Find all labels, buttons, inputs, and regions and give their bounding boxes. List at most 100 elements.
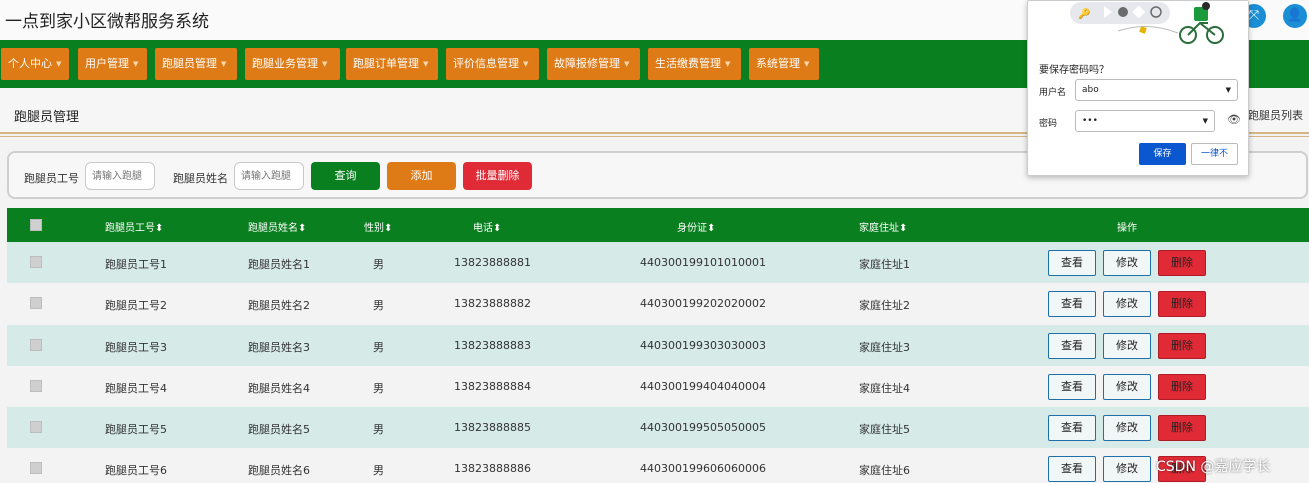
cell-phone: 13823888882: [454, 297, 531, 310]
cell-id-card: 440300199101010001: [640, 256, 766, 269]
nav-item-runner-business[interactable]: 跑腿业务管理 ▼: [245, 48, 340, 80]
dropdown-arrow-icon: ▼: [1202, 117, 1208, 125]
caret-down-icon: ▼: [133, 60, 139, 68]
table-header: 跑腿员工号⬍ 跑腿员姓名⬍ 性别⬍ 电话⬍ 身份证⬍ 家庭住址⬍ 操作: [7, 208, 1309, 242]
nav-item-reviews[interactable]: 评价信息管理 ▼: [446, 48, 539, 80]
cell-address: 家庭住址1: [859, 258, 910, 271]
cell-phone: 13823888881: [454, 256, 531, 269]
cell-id-card: 440300199505050005: [640, 421, 766, 434]
view-button[interactable]: 查看: [1048, 291, 1096, 317]
username-label: 用户名: [1039, 88, 1067, 98]
row-checkbox[interactable]: [30, 297, 42, 309]
select-all-checkbox[interactable]: [30, 219, 42, 231]
cell-runner-name: 跑腿员姓名1: [248, 258, 310, 271]
sort-icon: ⬍: [298, 223, 307, 234]
cell-phone: 13823888885: [454, 421, 531, 434]
caret-down-icon: ▼: [725, 60, 731, 68]
page-title: 跑腿员管理: [14, 110, 80, 125]
row-checkbox[interactable]: [30, 462, 42, 474]
query-button[interactable]: 查询: [311, 162, 380, 190]
password-label: 密码: [1039, 119, 1058, 129]
cell-address: 家庭住址3: [859, 341, 910, 354]
edit-button[interactable]: 修改: [1103, 456, 1151, 482]
delete-button[interactable]: 删除: [1158, 333, 1206, 359]
delete-button[interactable]: 删除: [1158, 291, 1206, 317]
row-checkbox[interactable]: [30, 380, 42, 392]
cell-phone: 13823888883: [454, 339, 531, 352]
nav-item-utility-payments[interactable]: 生活缴费管理 ▼: [648, 48, 741, 80]
cell-address: 家庭住址2: [859, 299, 910, 312]
table-row: 跑腿员工号3 跑腿员姓名3 男 13823888883 440300199303…: [7, 325, 1309, 366]
header-actions: 操作: [1117, 223, 1137, 234]
edit-button[interactable]: 修改: [1103, 374, 1151, 400]
header-runner-id[interactable]: 跑腿员工号⬍: [105, 219, 163, 234]
delete-button[interactable]: 删除: [1158, 374, 1206, 400]
cell-gender: 男: [373, 382, 384, 395]
cell-address: 家庭住址6: [859, 464, 910, 477]
nav-item-runner-management[interactable]: 跑腿员管理 ▼: [155, 48, 237, 80]
view-button[interactable]: 查看: [1048, 374, 1096, 400]
row-checkbox[interactable]: [30, 421, 42, 433]
runner-name-input[interactable]: [234, 162, 304, 190]
header-id-card[interactable]: 身份证⬍: [677, 219, 715, 234]
cell-phone: 13823888884: [454, 380, 531, 393]
breadcrumb-current: 跑腿员列表: [1248, 109, 1303, 122]
view-button[interactable]: 查看: [1048, 415, 1096, 441]
nav-item-system-management[interactable]: 系统管理 ▼: [749, 48, 819, 80]
cell-gender: 男: [373, 423, 384, 436]
cell-gender: 男: [373, 258, 384, 271]
runner-name-label: 跑腿员姓名: [173, 172, 228, 185]
view-button[interactable]: 查看: [1048, 333, 1096, 359]
cell-runner-name: 跑腿员姓名4: [248, 382, 310, 395]
delete-button[interactable]: 删除: [1158, 250, 1206, 276]
cell-id-card: 440300199606060006: [640, 462, 766, 475]
table-row: 跑腿员工号4 跑腿员姓名4 男 13823888884 440300199404…: [7, 366, 1309, 407]
cell-id-card: 440300199303030003: [640, 339, 766, 352]
nav-item-repairs[interactable]: 故障报修管理 ▼: [547, 48, 640, 80]
cell-gender: 男: [373, 299, 384, 312]
header-runner-name[interactable]: 跑腿员姓名⬍: [248, 219, 306, 234]
cell-runner-id: 跑腿员工号5: [105, 423, 167, 436]
row-checkbox[interactable]: [30, 339, 42, 351]
delete-button[interactable]: 删除: [1158, 415, 1206, 441]
add-button[interactable]: 添加: [387, 162, 456, 190]
user-avatar-icon[interactable]: 👤: [1283, 4, 1307, 28]
nav-item-personal-center[interactable]: 个人中心 ▼: [1, 48, 69, 80]
header-gender[interactable]: 性别⬍: [364, 219, 392, 234]
cell-runner-id: 跑腿员工号2: [105, 299, 167, 312]
edit-button[interactable]: 修改: [1103, 250, 1151, 276]
header-address[interactable]: 家庭住址⬍: [859, 219, 907, 234]
save-password-button[interactable]: 保存: [1139, 143, 1186, 165]
edit-button[interactable]: 修改: [1103, 333, 1151, 359]
cell-runner-name: 跑腿员姓名3: [248, 341, 310, 354]
cell-runner-id: 跑腿员工号3: [105, 341, 167, 354]
cell-runner-name: 跑腿员姓名5: [248, 423, 310, 436]
watermark: CSDN @嘉应学长: [1156, 459, 1271, 475]
cell-id-card: 440300199404040004: [640, 380, 766, 393]
nav-item-runner-orders[interactable]: 跑腿订单管理 ▼: [346, 48, 438, 80]
batch-delete-button[interactable]: 批量删除: [463, 162, 532, 190]
runner-id-label: 跑腿员工号: [24, 172, 79, 185]
view-button[interactable]: 查看: [1048, 250, 1096, 276]
password-select[interactable]: ••• ▼: [1075, 110, 1215, 132]
cell-runner-id: 跑腿员工号6: [105, 464, 167, 477]
runner-id-input[interactable]: [85, 162, 155, 190]
username-select[interactable]: abo ▼: [1075, 79, 1238, 101]
never-save-button[interactable]: 一律不: [1191, 143, 1238, 165]
sort-icon: ⬍: [899, 223, 908, 234]
view-button[interactable]: 查看: [1048, 456, 1096, 482]
nav-item-user-management[interactable]: 用户管理 ▼: [78, 48, 147, 80]
edit-button[interactable]: 修改: [1103, 291, 1151, 317]
cell-address: 家庭住址5: [859, 423, 910, 436]
show-password-eye-icon[interactable]: 👁: [1227, 113, 1241, 126]
svg-text:🔑: 🔑: [1078, 7, 1091, 20]
caret-down-icon: ▼: [804, 60, 810, 68]
caret-down-icon: ▼: [322, 60, 328, 68]
table-row: 跑腿员工号6 跑腿员姓名6 男 13823888886 440300199606…: [7, 448, 1309, 483]
row-checkbox[interactable]: [30, 256, 42, 268]
caret-down-icon: ▼: [624, 60, 630, 68]
edit-button[interactable]: 修改: [1103, 415, 1151, 441]
cell-address: 家庭住址4: [859, 382, 910, 395]
header-phone[interactable]: 电话⬍: [473, 219, 501, 234]
cell-runner-id: 跑腿员工号4: [105, 382, 167, 395]
